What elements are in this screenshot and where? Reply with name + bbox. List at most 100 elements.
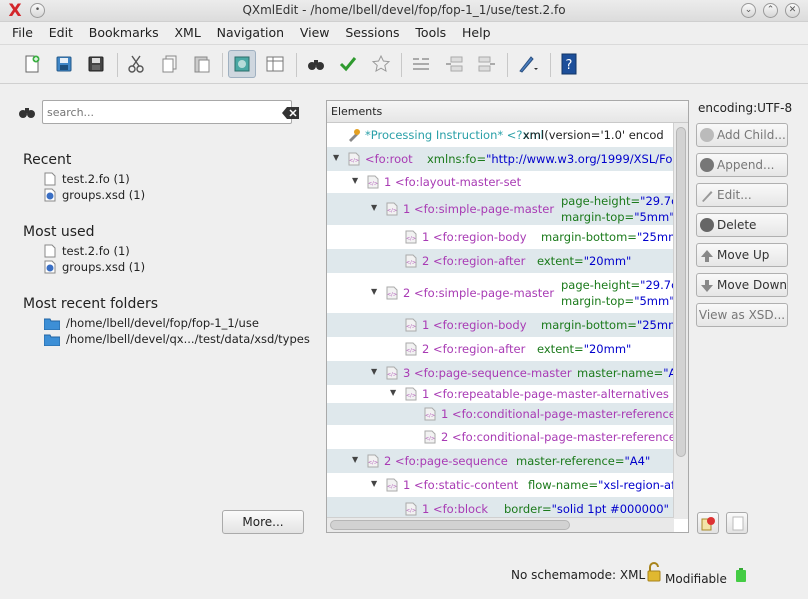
vertical-scrollbar[interactable] — [673, 123, 688, 519]
tree-row[interactable]: ▼ </> 1 <fo:simple-page-master page-height=… — [327, 193, 674, 225]
expand-toggle-icon[interactable]: ▼ — [371, 479, 377, 488]
svg-text:</>: </> — [406, 393, 416, 399]
add-child-button[interactable]: Add Child... — [696, 123, 788, 147]
element-node-icon: </> — [424, 407, 436, 421]
delete-button[interactable]: Delete — [696, 213, 788, 237]
find-button[interactable] — [302, 50, 330, 78]
tree-row[interactable]: ▼ </> <fo:root xmlns:fo="http://www.w3.org/… — [327, 147, 674, 171]
menu-edit[interactable]: Edit — [49, 22, 73, 44]
expand-toggle-icon[interactable]: ▼ — [352, 176, 358, 185]
elements-tree[interactable]: Elements *Processing Instruction* <?xml x… — [326, 100, 689, 533]
validate-button[interactable] — [334, 50, 362, 78]
element-tag-label: 1 <fo:conditional-page-master-reference — [441, 407, 674, 421]
tree-row[interactable]: </> 2 <fo:region-after extent="20mm" — [327, 337, 674, 361]
open-file-button[interactable] — [50, 50, 78, 78]
save-icon — [88, 56, 104, 72]
svg-text:</>: </> — [349, 158, 359, 164]
tree-row[interactable]: ▼ </> 1 <fo:static-content flow-name="xsl-r… — [327, 473, 674, 497]
paste-button[interactable] — [188, 50, 216, 78]
move-left-button[interactable] — [440, 50, 468, 78]
view-mode-button[interactable] — [228, 50, 256, 78]
most-used-file-item[interactable]: test.2.fo (1) — [44, 243, 130, 259]
attribute-label: border="solid 1pt #000000" Sam — [504, 502, 674, 516]
tree-row[interactable]: *Processing Instruction* <?xml xml(versio… — [327, 123, 674, 147]
tree-row[interactable]: </> 1 <fo:block border="solid 1pt #000000"… — [327, 497, 674, 519]
recent-file-item[interactable]: test.2.fo (1) — [44, 171, 130, 187]
expand-toggle-icon[interactable]: ▼ — [390, 388, 396, 397]
cut-button[interactable] — [122, 50, 150, 78]
search-input[interactable] — [42, 100, 292, 124]
move-down-button[interactable]: Move Down — [696, 273, 788, 297]
menu-view[interactable]: View — [300, 22, 330, 44]
menu-tools[interactable]: Tools — [415, 22, 446, 44]
page-icon — [732, 516, 744, 531]
most-used-file-item[interactable]: groups.xsd (1) — [44, 259, 145, 275]
menu-xml[interactable]: XML — [174, 22, 200, 44]
help-button[interactable]: ? — [555, 50, 583, 78]
horizontal-scrollbar[interactable] — [327, 517, 674, 532]
clear-search-icon[interactable] — [282, 106, 300, 120]
menu-bar: File Edit Bookmarks XML Navigation View … — [0, 22, 808, 44]
toolbar: ? — [0, 44, 808, 84]
add-child-icon — [700, 128, 714, 142]
recent-file-item[interactable]: groups.xsd (1) — [44, 187, 145, 203]
menu-help[interactable]: Help — [462, 22, 491, 44]
history-button[interactable] — [697, 512, 719, 534]
attribute-label: xmlns:fo="http://www.w3.org/1999/XSL/For… — [427, 152, 674, 166]
close-button[interactable]: ✕ — [785, 3, 800, 18]
plus-icon — [700, 158, 714, 172]
expand-toggle-icon[interactable]: ▼ — [333, 153, 339, 162]
page-button[interactable] — [726, 512, 748, 534]
vertical-scroll-thumb[interactable] — [676, 127, 686, 457]
tree-body[interactable]: *Processing Instruction* <?xml xml(versio… — [327, 123, 674, 519]
tree-row[interactable]: ▼ </> 2 <fo:page-sequence master-reference=… — [327, 449, 674, 473]
expand-toggle-icon[interactable]: ▼ — [371, 287, 377, 296]
tree-row[interactable]: </> 1 <fo:region-body margin-bottom="25mm"… — [327, 313, 674, 337]
svg-text:</>: </> — [387, 292, 397, 298]
tree-row[interactable]: </> 2 <fo:conditional-page-master-referen… — [327, 425, 674, 449]
expand-toggle-icon[interactable]: ▼ — [371, 203, 377, 212]
recent-folder-item[interactable]: /home/lbell/devel/fop/fop-1_1/use — [44, 315, 259, 331]
edit-mode-button[interactable] — [514, 50, 542, 78]
tree-row[interactable]: </> 2 <fo:region-after extent="20mm" — [327, 249, 674, 273]
recent-folder-item[interactable]: /home/lbell/devel/qx.../test/data/xsd/ty… — [44, 331, 310, 347]
checkmark-icon — [339, 57, 357, 72]
tree-row[interactable]: </> 1 <fo:region-body margin-bottom="25mm"… — [327, 225, 674, 249]
expand-toggle-icon[interactable]: ▼ — [352, 455, 358, 464]
title-bar[interactable]: X • QXmlEdit - /home/lbell/devel/fop/fop… — [0, 0, 808, 22]
maximize-button[interactable]: ⌃ — [763, 3, 778, 18]
view-as-xsd-button[interactable]: View as XSD... — [696, 303, 788, 327]
tree-row[interactable]: ▼ </> 3 <fo:page-sequence-master master-nam… — [327, 361, 674, 385]
copy-button[interactable] — [156, 50, 184, 78]
more-button[interactable]: More... — [222, 510, 304, 534]
element-node-icon: </> — [424, 430, 436, 444]
menu-navigation[interactable]: Navigation — [217, 22, 284, 44]
tree-row[interactable]: ▼ </> 1 <fo:layout-master-set — [327, 171, 674, 193]
element-tag-label: 1 <fo:layout-master-set — [384, 175, 522, 189]
menu-sessions[interactable]: Sessions — [345, 22, 399, 44]
tree-row[interactable]: ▼ </> 2 <fo:simple-page-master page-height=… — [327, 273, 674, 313]
menu-bookmarks[interactable]: Bookmarks — [89, 22, 159, 44]
move-up-button[interactable]: Move Up — [696, 243, 788, 267]
menu-file[interactable]: File — [12, 22, 33, 44]
append-button[interactable]: Append... — [696, 153, 788, 177]
indent-button[interactable] — [407, 50, 435, 78]
table-view-button[interactable] — [261, 50, 289, 78]
binoculars-icon — [19, 108, 35, 118]
new-file-button[interactable] — [18, 50, 46, 78]
edit-button[interactable]: Edit... — [696, 183, 788, 207]
element-node-icon: </> — [386, 478, 398, 492]
encoding-label: encoding:UTF-8 — [698, 101, 793, 115]
save-button[interactable] — [82, 50, 110, 78]
minimize-button[interactable]: ⌄ — [741, 3, 756, 18]
horizontal-scroll-thumb[interactable] — [330, 520, 570, 530]
expand-toggle-icon[interactable]: ▼ — [371, 367, 377, 376]
tree-header: Elements — [327, 101, 688, 123]
tree-row[interactable]: </> 1 <fo:conditional-page-master-referen… — [327, 403, 674, 425]
recent-file-label: groups.xsd (1) — [62, 188, 146, 202]
bookmark-button[interactable] — [367, 50, 395, 78]
tree-row[interactable]: ▼ </> 1 <fo:repeatable-page-master-alterna… — [327, 385, 674, 403]
lock-icon — [647, 562, 661, 582]
help-icon: ? — [561, 53, 577, 75]
move-right-button[interactable] — [473, 50, 501, 78]
